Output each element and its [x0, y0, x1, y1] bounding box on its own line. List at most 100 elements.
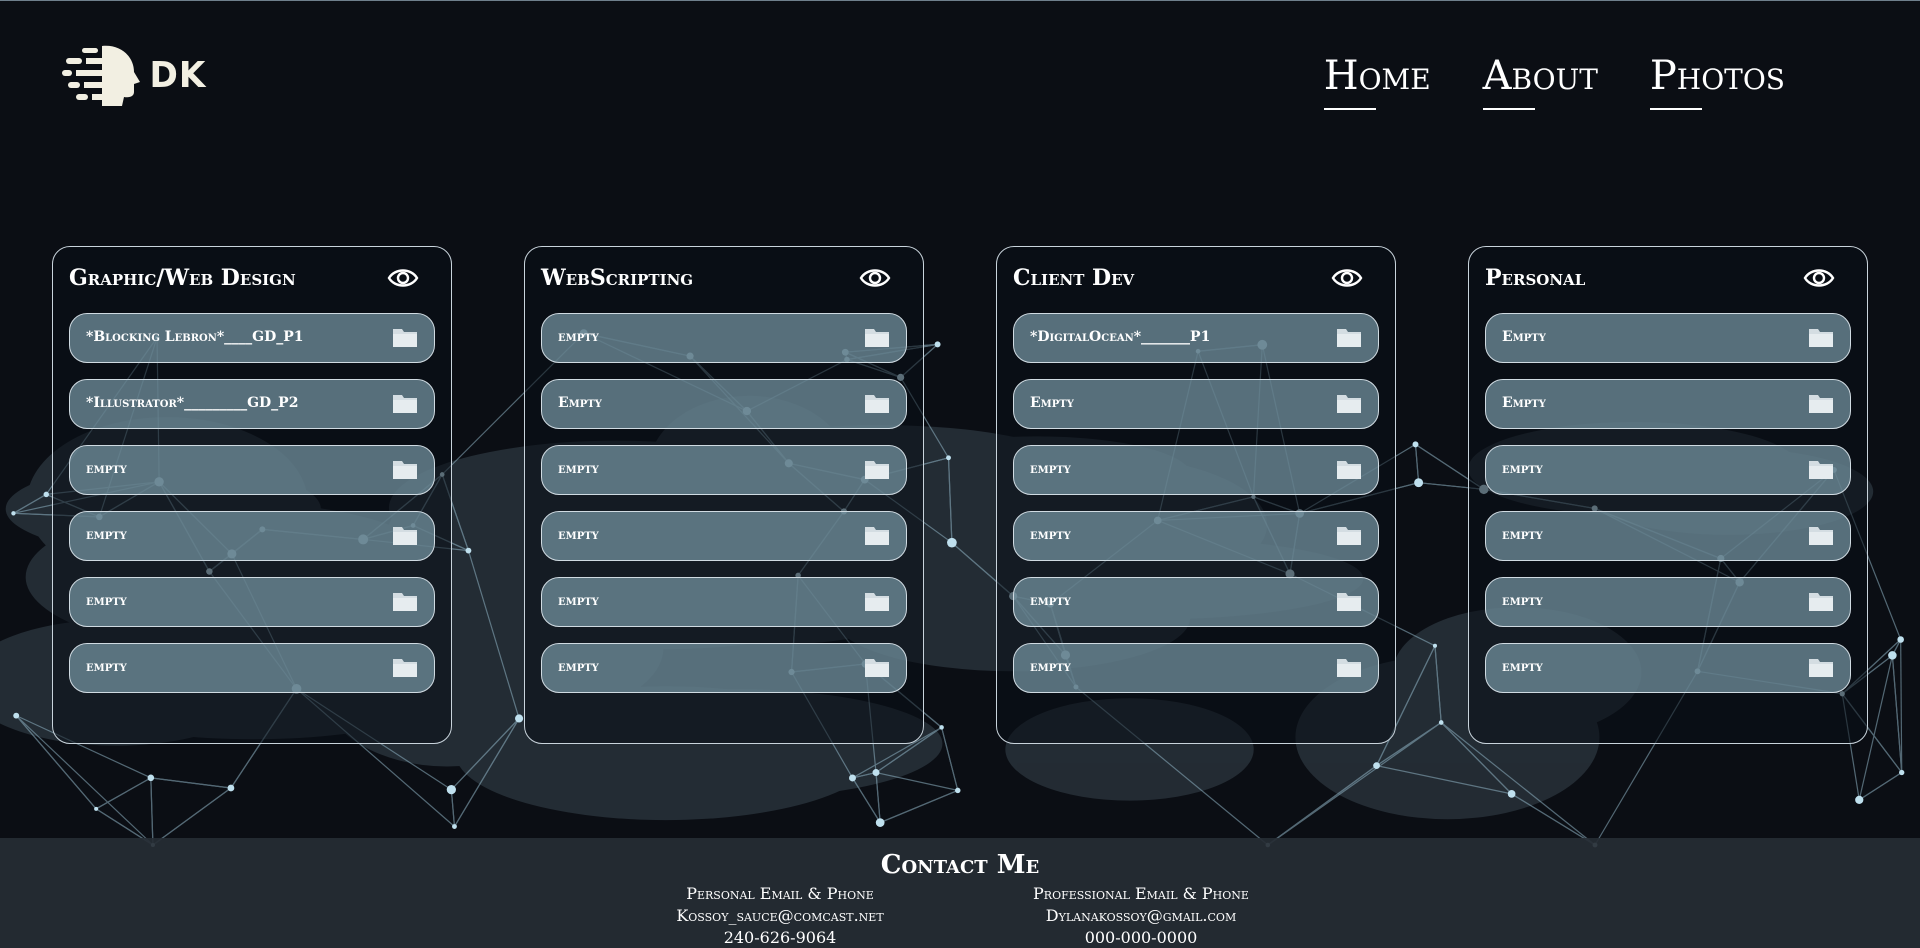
project-slot[interactable]: Empty — [1485, 313, 1851, 363]
slot-label: empty — [86, 527, 127, 543]
folder-icon — [392, 458, 418, 480]
slot-label: empty — [1030, 659, 1071, 675]
slot-label: Empty — [558, 395, 602, 411]
slot-label: empty — [558, 329, 599, 345]
project-slot[interactable]: *Illustrator*_________GD_P2 — [69, 379, 435, 429]
project-slot[interactable]: empty — [541, 511, 907, 561]
project-slot[interactable]: empty — [69, 643, 435, 693]
project-slot[interactable]: empty — [1485, 445, 1851, 495]
slot-label: empty — [1502, 461, 1543, 477]
folder-icon — [392, 524, 418, 546]
project-slot[interactable]: *DigitalOcean*_______P1 — [1013, 313, 1379, 363]
slot-label: *Illustrator*_________GD_P2 — [86, 395, 299, 411]
folder-icon — [1808, 392, 1834, 414]
project-slot[interactable]: empty — [1013, 445, 1379, 495]
project-slot[interactable]: empty — [1013, 577, 1379, 627]
folder-icon — [1336, 458, 1362, 480]
project-slot[interactable]: empty — [541, 643, 907, 693]
folder-icon — [1336, 656, 1362, 678]
contact-title: Contact Me — [880, 850, 1040, 880]
folder-icon — [1336, 524, 1362, 546]
personal-phone[interactable]: 240-626-9064 — [650, 927, 910, 948]
folder-icon — [864, 590, 890, 612]
card-title: Client Dev — [1013, 265, 1135, 291]
slot-label: empty — [86, 461, 127, 477]
project-slot[interactable]: empty — [69, 511, 435, 561]
project-slot[interactable]: empty — [1013, 511, 1379, 561]
project-card: Personal Empty Empty empty empty empty empty — [1468, 246, 1868, 744]
project-slot[interactable]: Empty — [1485, 379, 1851, 429]
project-card: WebScripting empty Empty empty empty empty emp… — [524, 246, 924, 744]
project-slot[interactable]: *Blocking Lebron*____GD_P1 — [69, 313, 435, 363]
project-slot[interactable]: empty — [541, 445, 907, 495]
nav-about[interactable]: About — [1482, 52, 1598, 110]
professional-contact: Professional Email & Phone Dylanakossoy@… — [1011, 883, 1271, 948]
project-slot[interactable]: empty — [69, 577, 435, 627]
slot-label: empty — [558, 659, 599, 675]
slot-label: empty — [558, 461, 599, 477]
slot-label: empty — [86, 593, 127, 609]
slot-label: Empty — [1502, 329, 1546, 345]
professional-heading: Professional Email & Phone — [1033, 884, 1249, 903]
project-slot[interactable]: Empty — [1013, 379, 1379, 429]
personal-heading: Personal Email & Phone — [686, 884, 874, 903]
folder-icon — [1808, 590, 1834, 612]
project-slot[interactable]: empty — [1485, 511, 1851, 561]
slot-label: empty — [1030, 527, 1071, 543]
slot-label: Empty — [1030, 395, 1074, 411]
slot-label: empty — [1502, 593, 1543, 609]
folder-icon — [1808, 524, 1834, 546]
project-slot[interactable]: empty — [1013, 643, 1379, 693]
eye-icon[interactable] — [1803, 265, 1835, 291]
folder-icon — [392, 392, 418, 414]
folder-icon — [864, 458, 890, 480]
folder-icon — [392, 656, 418, 678]
personal-email[interactable]: Kossoy_sauce@comcast.net — [650, 905, 910, 927]
project-card: Graphic/Web Design *Blocking Lebron*____G… — [52, 246, 452, 744]
slot-label: empty — [86, 659, 127, 675]
contact-footer: Contact Me Personal Email & Phone Kossoy… — [0, 838, 1920, 948]
main-nav: Home About Photos — [1323, 52, 1785, 110]
eye-icon[interactable] — [859, 265, 891, 291]
nav-home[interactable]: Home — [1323, 52, 1431, 110]
folder-icon — [864, 326, 890, 348]
folder-icon — [1808, 458, 1834, 480]
professional-phone[interactable]: 000-000-0000 — [1011, 927, 1271, 948]
slot-label: empty — [558, 593, 599, 609]
folder-icon — [392, 326, 418, 348]
eye-icon[interactable] — [1331, 265, 1363, 291]
folder-icon — [1808, 326, 1834, 348]
head-logo-icon — [62, 45, 140, 106]
slot-label: *Blocking Lebron*____GD_P1 — [86, 329, 304, 345]
folder-icon — [864, 524, 890, 546]
folder-icon — [392, 590, 418, 612]
slot-label: empty — [1502, 527, 1543, 543]
project-slot[interactable]: empty — [69, 445, 435, 495]
slot-label: *DigitalOcean*_______P1 — [1030, 329, 1211, 345]
folder-icon — [864, 392, 890, 414]
project-slot[interactable]: empty — [541, 577, 907, 627]
project-card: Client Dev *DigitalOcean*_______P1 Empty em… — [996, 246, 1396, 744]
personal-contact: Personal Email & Phone Kossoy_sauce@comc… — [650, 883, 910, 948]
eye-icon[interactable] — [387, 265, 419, 291]
project-slot[interactable]: empty — [1485, 643, 1851, 693]
slot-label: empty — [1502, 659, 1543, 675]
project-slot[interactable]: empty — [541, 313, 907, 363]
card-title: WebScripting — [541, 265, 694, 291]
nav-photos[interactable]: Photos — [1649, 52, 1785, 110]
project-slot[interactable]: empty — [1485, 577, 1851, 627]
slot-label: empty — [558, 527, 599, 543]
folder-icon — [1336, 590, 1362, 612]
folder-icon — [864, 656, 890, 678]
slot-label: empty — [1030, 461, 1071, 477]
card-title: Personal — [1485, 265, 1586, 291]
folder-icon — [1808, 656, 1834, 678]
professional-email[interactable]: Dylanakossoy@gmail.com — [1011, 905, 1271, 927]
project-slot[interactable]: Empty — [541, 379, 907, 429]
slot-label: Empty — [1502, 395, 1546, 411]
folder-icon — [1336, 392, 1362, 414]
folder-icon — [1336, 326, 1362, 348]
top-border — [0, 0, 1920, 1]
card-title: Graphic/Web Design — [69, 265, 296, 291]
logo[interactable]: DK — [62, 42, 212, 108]
